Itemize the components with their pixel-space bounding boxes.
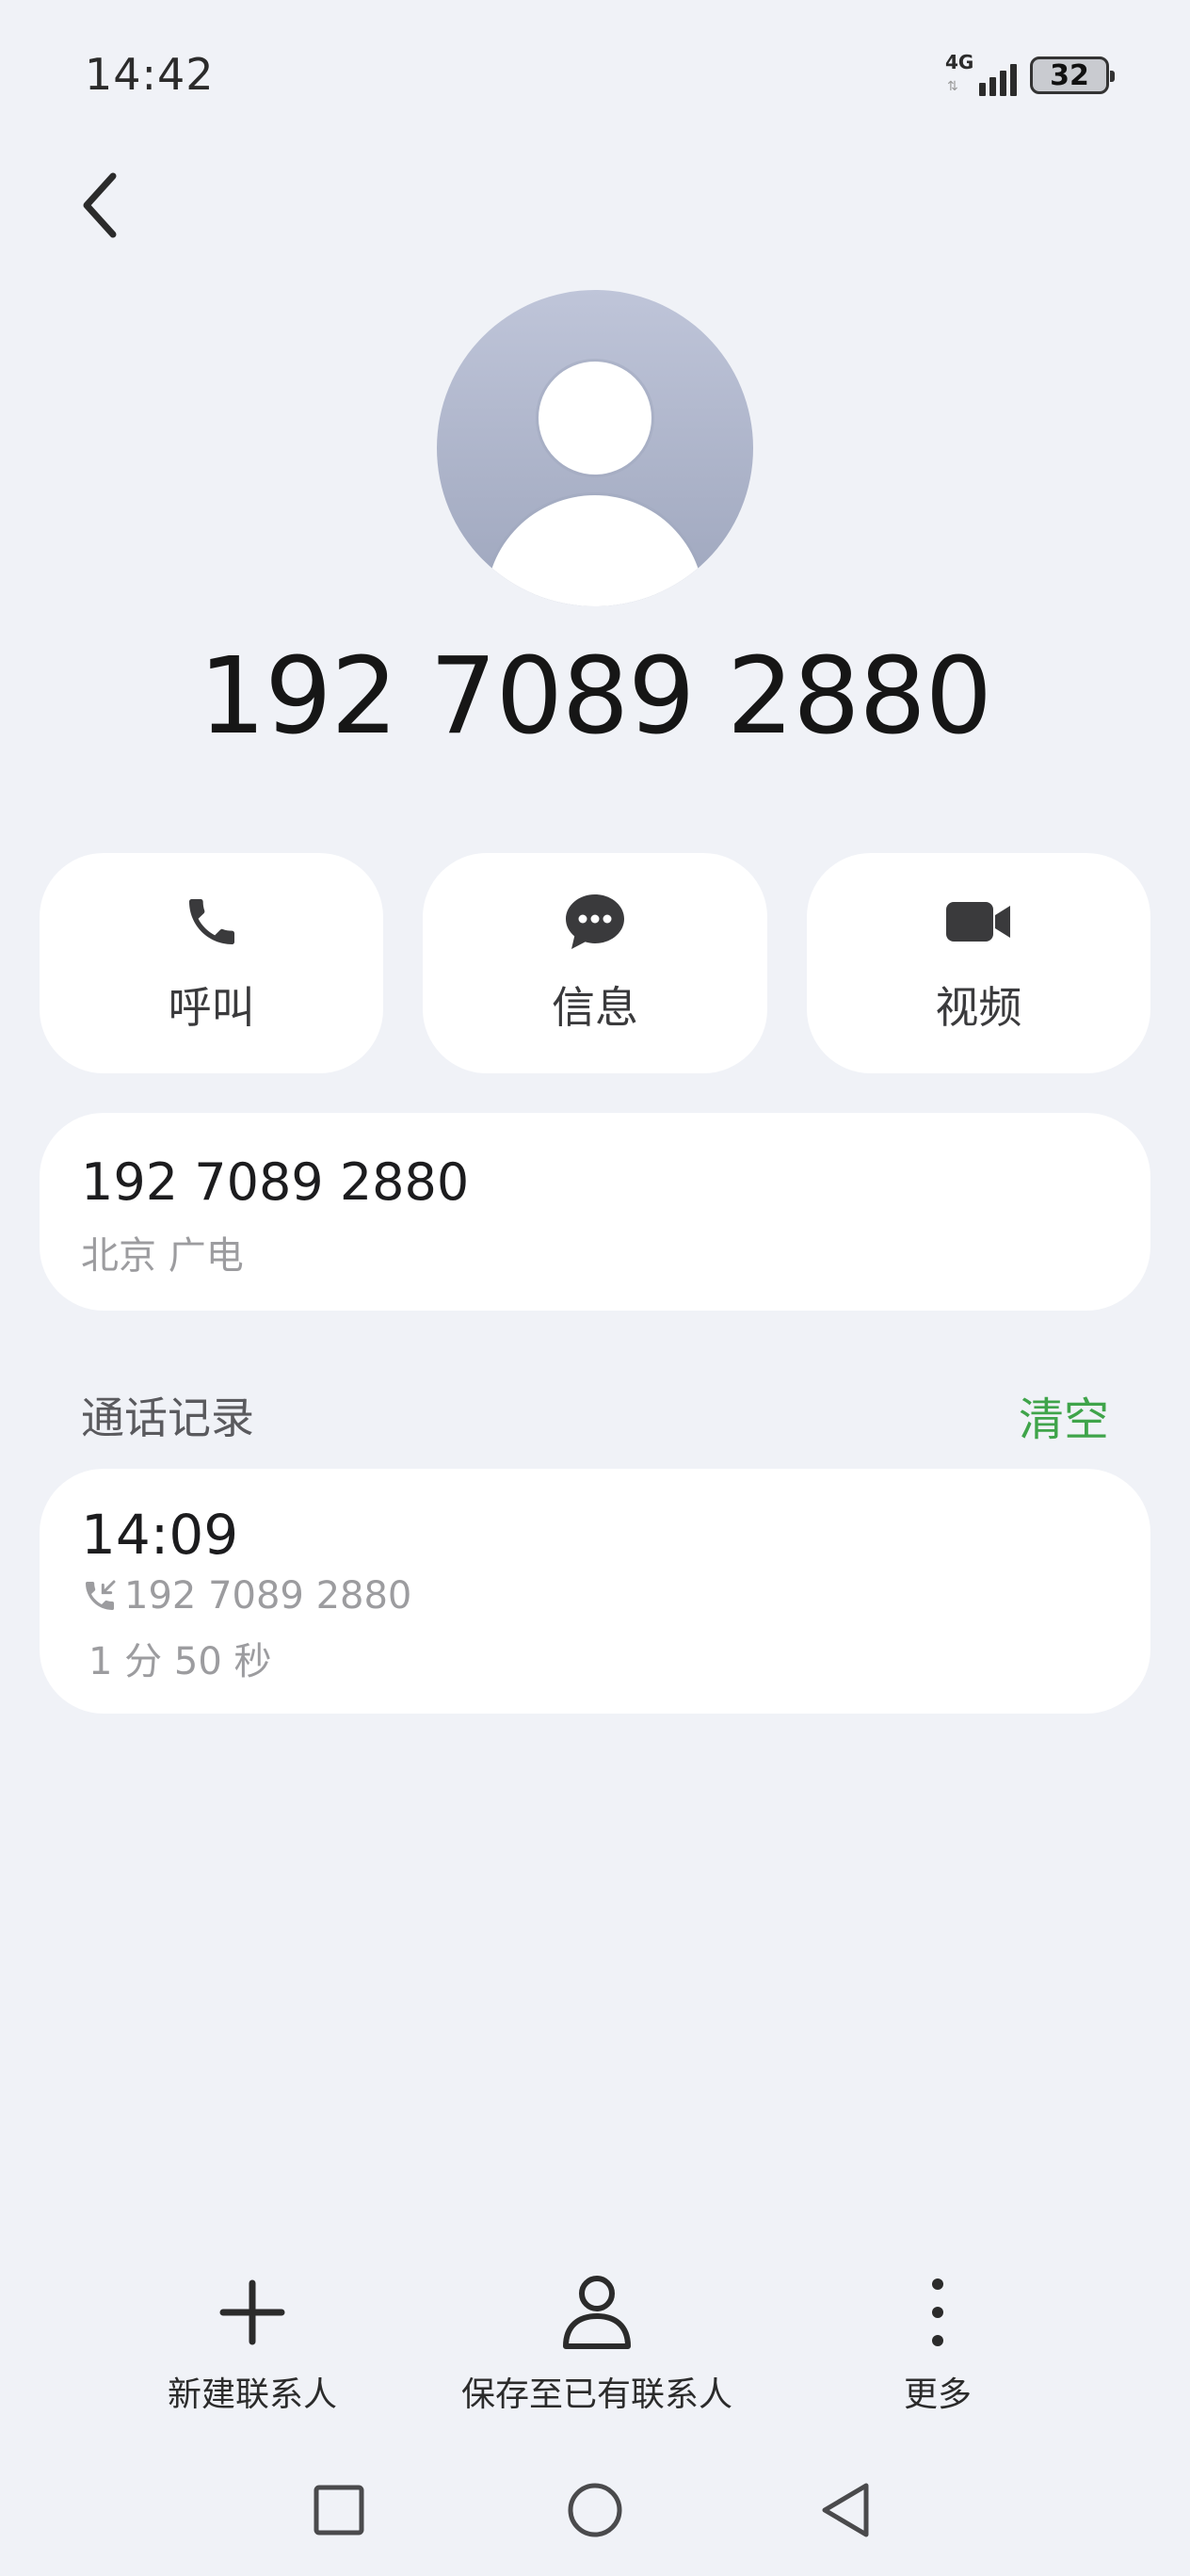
- status-time: 14:42: [85, 49, 215, 100]
- clear-button[interactable]: 清空: [1019, 1382, 1109, 1448]
- message-label: 信息: [551, 982, 638, 1033]
- more-vertical-icon: [932, 2278, 943, 2346]
- contact-number-title: 192 7089 2880: [198, 636, 992, 758]
- call-button[interactable]: 呼叫: [40, 853, 384, 1073]
- message-button[interactable]: 信息: [423, 853, 767, 1073]
- video-button[interactable]: 视频: [806, 853, 1150, 1073]
- back-button[interactable]: [72, 168, 128, 243]
- call-log-title: 通话记录: [81, 1393, 254, 1443]
- phone-icon: [188, 899, 234, 944]
- call-number: 192 7089 2880: [124, 1574, 412, 1618]
- number-location: 北京 广电: [81, 1234, 244, 1278]
- system-nav-bar: [0, 2476, 1190, 2544]
- data-arrows-icon: ⇅: [947, 79, 958, 94]
- new-contact-label: 新建联系人: [168, 2375, 338, 2414]
- avatar-head: [539, 362, 651, 475]
- bottom-action-bar: 新建联系人 保存至已有联系人 更多: [0, 2267, 1190, 2418]
- call-duration: 1 分 50 秒: [88, 1640, 272, 1683]
- chevron-left-icon: [83, 172, 117, 238]
- battery-level: 32: [1050, 58, 1089, 92]
- home-button[interactable]: [561, 2476, 629, 2544]
- nav-back-button[interactable]: [812, 2476, 879, 2544]
- number-card[interactable]: 192 7089 2880 北京 广电: [40, 1113, 1150, 1311]
- avatar[interactable]: [437, 290, 753, 606]
- signal-bars-icon: [979, 64, 1017, 96]
- battery-icon: 32: [1030, 56, 1115, 94]
- incoming-call-icon: [86, 1580, 116, 1610]
- home-icon: [568, 2483, 622, 2537]
- back-triangle-icon: [822, 2483, 869, 2537]
- recent-apps-icon: [314, 2485, 364, 2536]
- person-icon: [563, 2276, 631, 2349]
- save-to-existing-button[interactable]: 保存至已有联系人: [461, 2267, 732, 2416]
- call-number-row: 192 7089 2880: [81, 1574, 1109, 1618]
- video-label: 视频: [935, 982, 1022, 1033]
- message-icon: [565, 894, 624, 949]
- video-icon: [946, 902, 1011, 942]
- call-label: 呼叫: [168, 982, 255, 1033]
- action-row: 呼叫 信息 视频: [40, 853, 1150, 1073]
- network-type: 4G: [945, 51, 974, 73]
- plus-icon: [219, 2279, 285, 2345]
- more-button[interactable]: 更多: [904, 2267, 972, 2416]
- new-contact-button[interactable]: 新建联系人: [168, 2267, 337, 2416]
- recent-apps-button[interactable]: [305, 2476, 373, 2544]
- phone-number: 192 7089 2880: [81, 1152, 470, 1212]
- save-to-existing-label: 保存至已有联系人: [461, 2375, 733, 2414]
- call-log-entry[interactable]: 14:09 192 7089 2880 1 分 50 秒: [40, 1469, 1150, 1714]
- avatar-body: [486, 495, 704, 606]
- signal-icon: 4G ⇅: [945, 51, 1017, 98]
- more-label: 更多: [904, 2375, 973, 2414]
- contact-detail-screen: 14:42 4G ⇅ 32 192 7089 2880 呼叫 信息 视频 192…: [0, 0, 1190, 2576]
- status-icons: 4G ⇅ 32: [945, 51, 1115, 98]
- call-time: 14:09: [81, 1503, 239, 1567]
- call-log-header: 通话记录 清空: [81, 1382, 1109, 1448]
